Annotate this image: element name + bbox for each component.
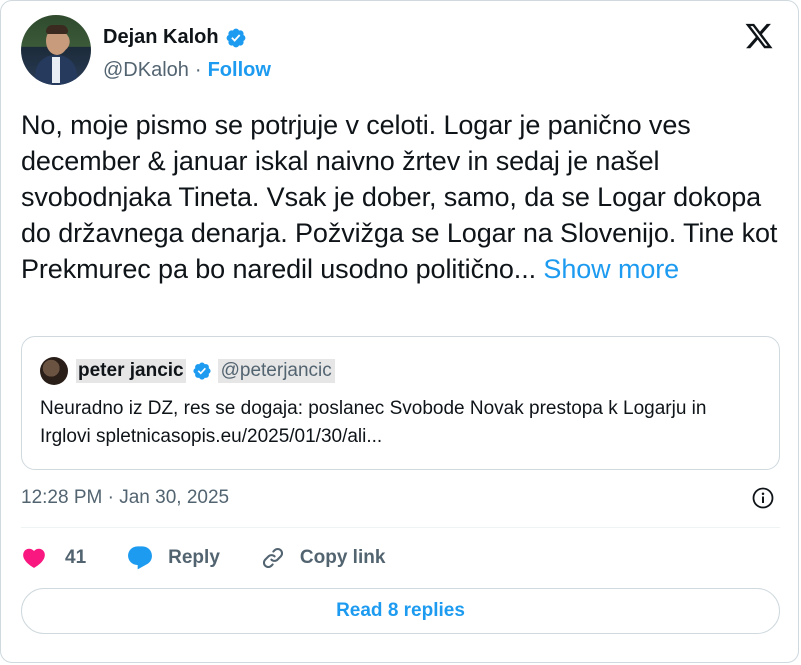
reply-button[interactable]: Reply xyxy=(126,544,220,572)
reply-label: Reply xyxy=(168,547,220,568)
reply-bubble-icon xyxy=(128,546,153,570)
author-name[interactable]: Dejan Kaloh xyxy=(103,26,219,49)
copy-link-label: Copy link xyxy=(299,547,386,568)
like-count: 41 xyxy=(65,547,87,568)
tweet-card: Dejan Kaloh @DKaloh · Follow No, moje pi… xyxy=(0,0,799,663)
verified-badge-icon xyxy=(226,28,245,47)
action-bar: 41 Reply Copy link xyxy=(21,541,385,575)
link-icon xyxy=(262,547,283,569)
like-button[interactable]: 41 xyxy=(21,545,86,571)
quoted-tweet-text: Neuradno iz DZ, res se dogaja: poslanec … xyxy=(40,398,707,447)
tweet-timestamp[interactable]: 12:28 PM · Jan 30, 2025 xyxy=(21,487,229,509)
author-name-row: Dejan Kaloh xyxy=(103,26,247,49)
author-handle-row: @DKaloh · Follow xyxy=(103,59,271,82)
divider xyxy=(21,527,780,528)
quoted-tweet-header: peter jancic @peterjancic xyxy=(40,357,335,385)
separator-dot: · xyxy=(194,59,202,81)
info-icon[interactable] xyxy=(751,486,775,510)
quoted-author-avatar xyxy=(40,357,68,385)
x-logo-icon[interactable] xyxy=(744,21,774,51)
quoted-author-name: peter jancic xyxy=(76,359,186,383)
author-handle[interactable]: @DKaloh xyxy=(103,59,189,82)
quoted-tweet[interactable]: peter jancic @peterjancic Neuradno iz DZ… xyxy=(21,336,780,470)
tweet-header: Dejan Kaloh @DKaloh · Follow xyxy=(21,15,778,91)
verified-badge-icon xyxy=(193,362,211,380)
follow-button[interactable]: Follow xyxy=(208,59,271,82)
tweet-text: No, moje pismo se potrjuje v celoti. Log… xyxy=(21,107,781,287)
read-replies-button[interactable]: Read 8 replies xyxy=(21,588,780,634)
quoted-author-handle: @peterjancic xyxy=(217,359,335,383)
author-avatar[interactable] xyxy=(21,15,91,85)
heart-icon xyxy=(23,548,45,568)
show-more-link[interactable]: Show more xyxy=(543,254,679,284)
copy-link-button[interactable]: Copy link xyxy=(260,545,386,571)
